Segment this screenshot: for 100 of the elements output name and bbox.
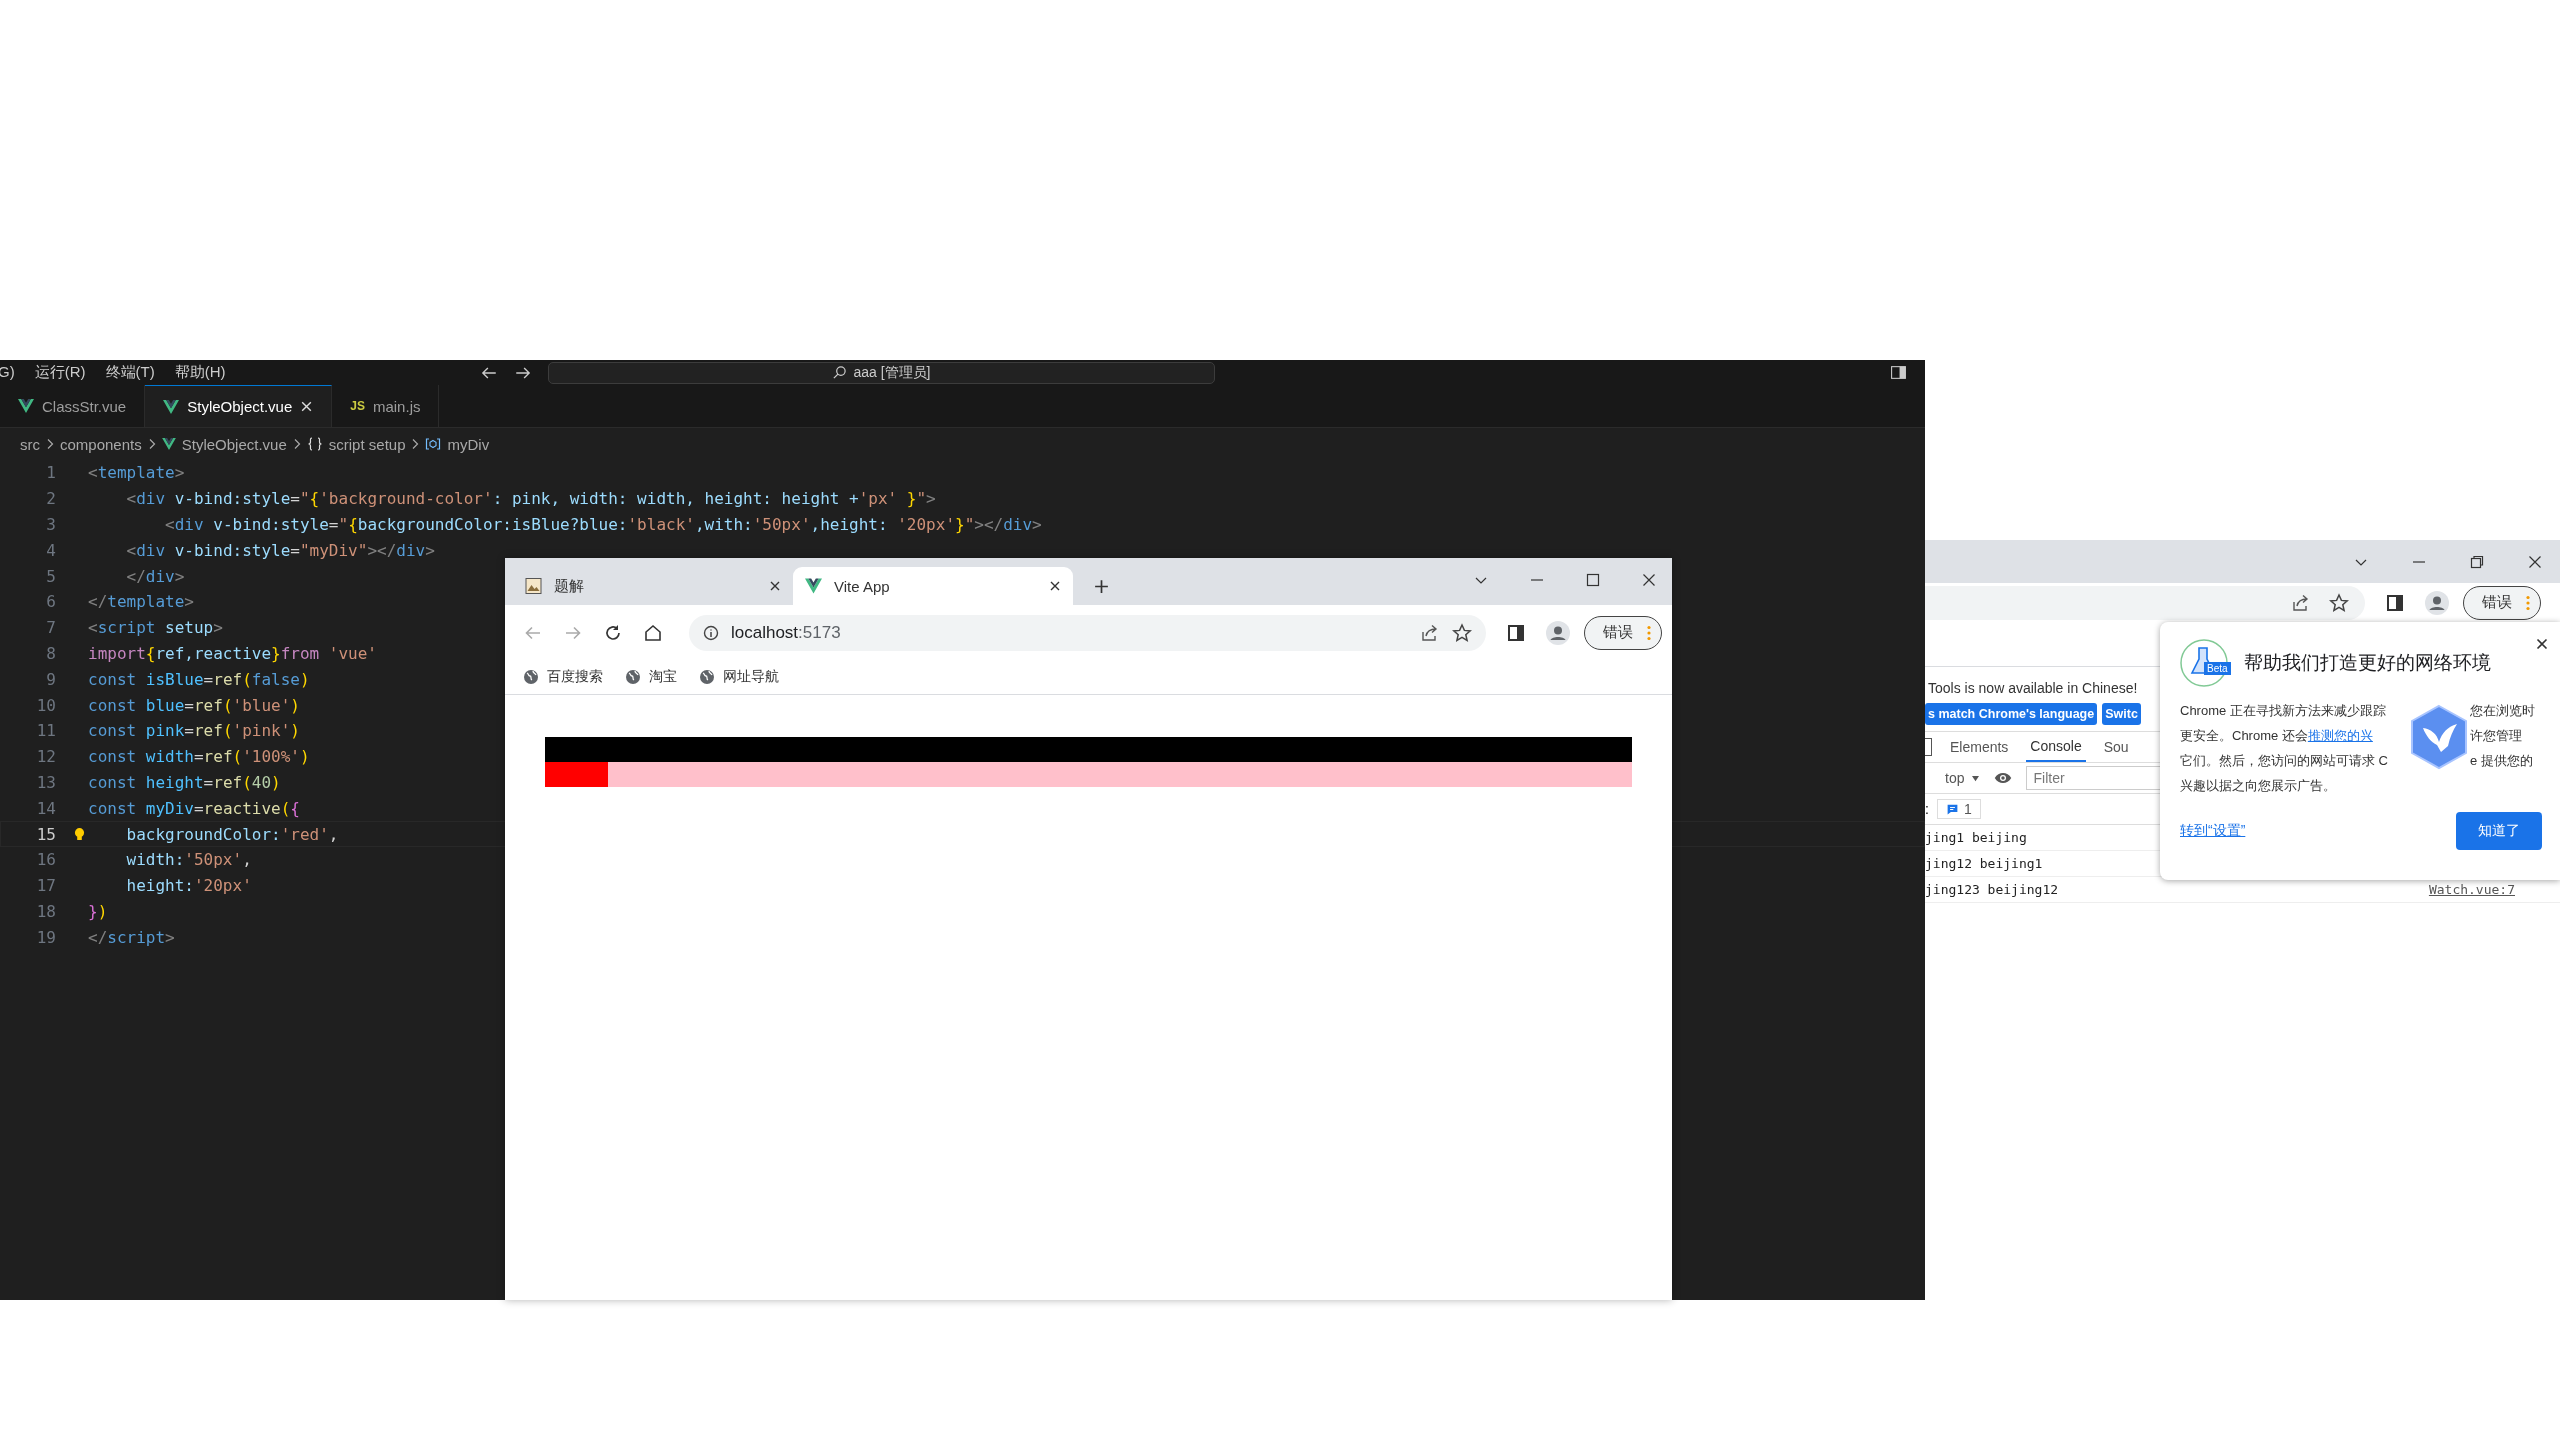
code-line: import{ref,reactive}from 'vue' [88,643,377,663]
code-line: </script> [88,927,175,947]
profile-error-button[interactable]: 错误 [1584,615,1662,650]
star-icon[interactable] [1452,622,1472,643]
code-line: const width=ref('100%') [88,747,310,767]
bookmark-link[interactable]: 淘宝 [625,668,677,686]
language-notice-text: Tools is now available in Chinese! [1928,680,2138,696]
popup-text: 许您管理 [2470,727,2522,745]
breadcrumb-item[interactable]: myDiv [447,435,490,453]
code-line: width:'50px', [125,850,252,870]
code-line: const isBlue=ref(false) [88,669,310,689]
avatar-icon[interactable] [2425,590,2449,615]
line-number: 7 [45,618,56,638]
code-line: </template> [88,592,194,612]
home-icon[interactable] [643,622,663,643]
code-line: const blue=ref('blue') [88,695,300,715]
line-number: 15 [35,824,56,844]
popup-text: 您在浏览时 [2470,702,2535,720]
vue-logo-icon [18,399,34,413]
editor-tab[interactable]: JS main.js [332,385,440,427]
got-it-button[interactable]: 知道了 [2456,812,2542,850]
command-center-search[interactable]: aaa [管理员] [548,361,1215,384]
new-tab-icon[interactable] [1093,578,1110,595]
bookmark-link[interactable]: 百度搜索 [523,668,603,686]
eye-icon[interactable] [1994,772,2013,784]
devtools-tab[interactable]: Console [2026,732,2086,762]
side-panel-icon[interactable] [2385,592,2405,613]
breadcrumb-item[interactable]: components [60,435,142,453]
code-line: const height=ref(40) [88,772,281,792]
picture-icon [525,578,542,594]
code-line: <script setup> [88,618,223,638]
banner-button[interactable]: s match Chrome's language [1925,703,2098,725]
breadcrumb-item[interactable]: src [20,435,40,453]
line-number: 10 [35,695,56,715]
source-link[interactable]: Watch.vue:7 [2428,882,2515,897]
banner-button[interactable]: Switc [2102,703,2141,725]
maximize-icon[interactable] [1585,572,1601,588]
message-icon [1945,802,1959,816]
code-line: const myDiv=reactive({ [88,798,300,818]
vue-logo-icon [163,399,180,414]
code-line: const pink=ref('pink') [88,721,300,741]
line-number: 4 [45,540,56,560]
menu-item[interactable]: 终端(T) [105,363,155,382]
panel-icon[interactable] [1925,738,1932,756]
close-icon[interactable] [1049,580,1061,592]
code-line: </div> [125,566,185,586]
kebab-menu-icon [2526,594,2530,611]
browser-tab[interactable]: 题解 [513,567,793,605]
menu-item[interactable]: 帮助(H) [174,363,226,382]
message-count-button[interactable]: 1 [1936,799,1981,819]
popup-text: 它们。然后，您访问的网站可请求 C [2180,752,2388,770]
code-line: height:'20px' [125,876,252,896]
layout-icon[interactable] [1890,364,1907,381]
console-log-text: jing12 beijing1 [1925,856,2043,871]
popup-text: 兴趣以据之向您展示广告。 [2180,777,2336,795]
settings-link[interactable]: 转到“设置” [2180,822,2246,840]
devtools-tab[interactable]: Sou [2099,732,2133,762]
popup-text: 更安全。Chrome 还会 [2180,727,2308,745]
restore-icon[interactable] [2469,553,2485,570]
chevron-right-icon [292,438,301,450]
line-number: 8 [45,643,56,663]
devtools-tab[interactable]: Elements [1946,732,2013,762]
kebab-menu-icon [1647,624,1651,641]
star-icon[interactable] [2329,592,2349,613]
side-panel-icon[interactable] [1506,622,1526,643]
close-icon[interactable] [2536,638,2548,650]
close-icon[interactable] [769,580,781,592]
address-bar[interactable]: localhost:5173 [689,614,1486,651]
lightbulb-icon[interactable] [73,826,85,842]
js-file-icon: JS [350,399,365,413]
close-icon[interactable] [1641,572,1657,588]
line-number: 13 [35,772,56,792]
symbol-variable-icon [425,437,442,451]
breadcrumb-item[interactable]: script setup [328,435,406,453]
console-log-text: jing1 beijing [1925,830,2027,845]
chevron-right-icon [46,438,54,450]
line-number: 16 [35,850,56,870]
browser-tab[interactable]: Vite App [793,567,1073,605]
close-icon[interactable] [300,400,314,413]
line-number: 5 [45,566,56,586]
sidebar-label: : [1925,801,1929,817]
line-number: 11 [35,721,56,741]
braces-icon [306,437,323,451]
menu-item[interactable]: 运行(R) [34,363,86,382]
avatar-icon[interactable] [1546,620,1570,645]
vue-logo-icon [805,578,822,594]
search-icon [832,365,848,380]
interest-link[interactable]: 推测您的兴 [2307,723,2373,748]
chevron-right-icon [411,438,420,450]
profile-error-button[interactable]: 错误 [2463,585,2541,620]
close-icon[interactable] [2527,553,2543,570]
bookmark-link[interactable]: 网址导航 [699,668,779,686]
line-number: 3 [45,515,56,534]
hexagon-bird-icon[interactable] [2408,704,2470,770]
context-dropdown[interactable]: top [1945,770,1981,786]
code-line: <template> [88,463,185,483]
editor-tab[interactable]: StyleObject.vue [145,385,333,427]
globe-icon [625,669,641,685]
line-number: 17 [35,876,56,896]
breadcrumb-item[interactable]: StyleObject.vue [181,435,287,453]
